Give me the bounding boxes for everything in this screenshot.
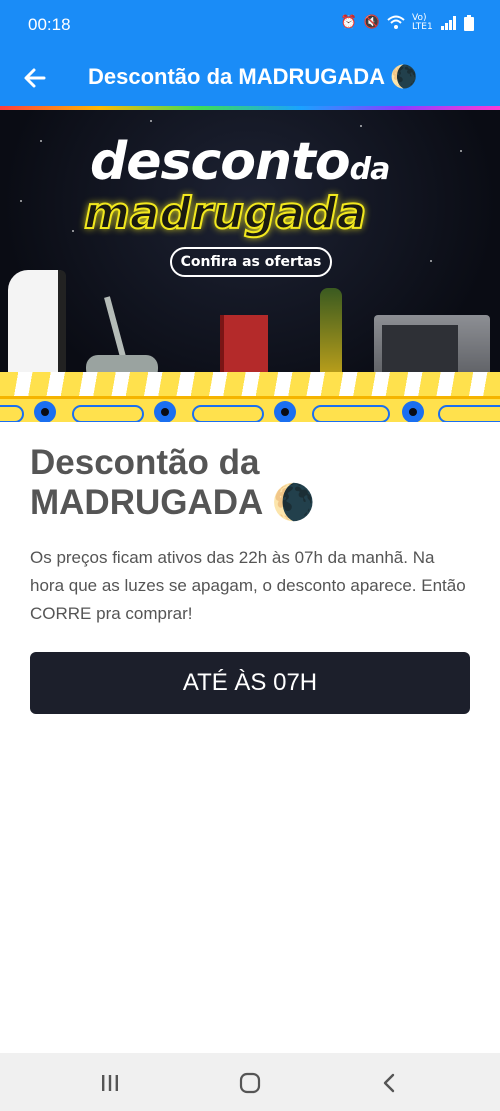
recent-apps-icon[interactable] xyxy=(98,1071,122,1095)
app-bar: Descontão da MADRUGADA 🌘 xyxy=(0,50,500,106)
conveyor-wheel xyxy=(34,401,56,422)
volte-icon: Vo) LTE1 xyxy=(412,13,433,32)
star xyxy=(360,125,362,127)
content-description: Os preços ficam ativos das 22h às 07h da… xyxy=(30,548,466,623)
page-title: Descontão da MADRUGADA 🌘 xyxy=(88,64,418,89)
system-nav-bar xyxy=(0,1053,500,1111)
conveyor-pill xyxy=(312,405,390,422)
until-07h-button[interactable]: ATÉ ÀS 07H xyxy=(30,652,470,714)
star xyxy=(460,150,462,152)
status-time: 00:18 xyxy=(28,15,71,34)
content-title: Descontão da MADRUGADA 🌘 xyxy=(30,443,316,522)
star xyxy=(150,120,152,122)
shelf-stripes xyxy=(0,372,500,396)
star xyxy=(20,200,22,202)
console-image xyxy=(8,270,66,385)
banner-offers-button[interactable]: Confira as ofertas xyxy=(170,247,332,277)
olive-oil-image xyxy=(320,288,342,384)
conveyor-wheel xyxy=(154,401,176,422)
conveyor-pill xyxy=(0,405,24,422)
home-icon[interactable] xyxy=(238,1071,262,1095)
mute-icon: 🔇 xyxy=(363,15,380,30)
alarm-icon: ⏰ xyxy=(340,15,357,30)
conveyor-belt xyxy=(0,396,500,422)
back-nav-icon[interactable] xyxy=(378,1071,402,1095)
star xyxy=(430,260,432,262)
star xyxy=(72,230,74,232)
banner-title-suffix: da xyxy=(349,152,391,187)
conveyor-pill xyxy=(72,405,144,422)
banner-title-word: desconto xyxy=(90,132,351,192)
conveyor-pill xyxy=(192,405,264,422)
banner-title: descontoda xyxy=(90,132,391,192)
back-arrow-icon[interactable] xyxy=(20,63,50,93)
vacuum-handle-image xyxy=(104,296,126,358)
star xyxy=(40,140,42,142)
conveyor-pill xyxy=(438,405,500,422)
conveyor-wheel xyxy=(402,401,424,422)
conveyor-wheel xyxy=(274,401,296,422)
status-bar: 00:18 ⏰ 🔇 Vo) LTE1 xyxy=(0,0,500,50)
status-icons: ⏰ 🔇 Vo) LTE1 xyxy=(341,14,474,32)
wifi-icon xyxy=(387,15,405,29)
battery-icon xyxy=(464,15,474,31)
promo-banner[interactable]: descontoda madrugada Confira as ofertas xyxy=(0,110,500,422)
signal-icon xyxy=(441,16,456,30)
banner-subtitle: madrugada xyxy=(83,187,367,240)
